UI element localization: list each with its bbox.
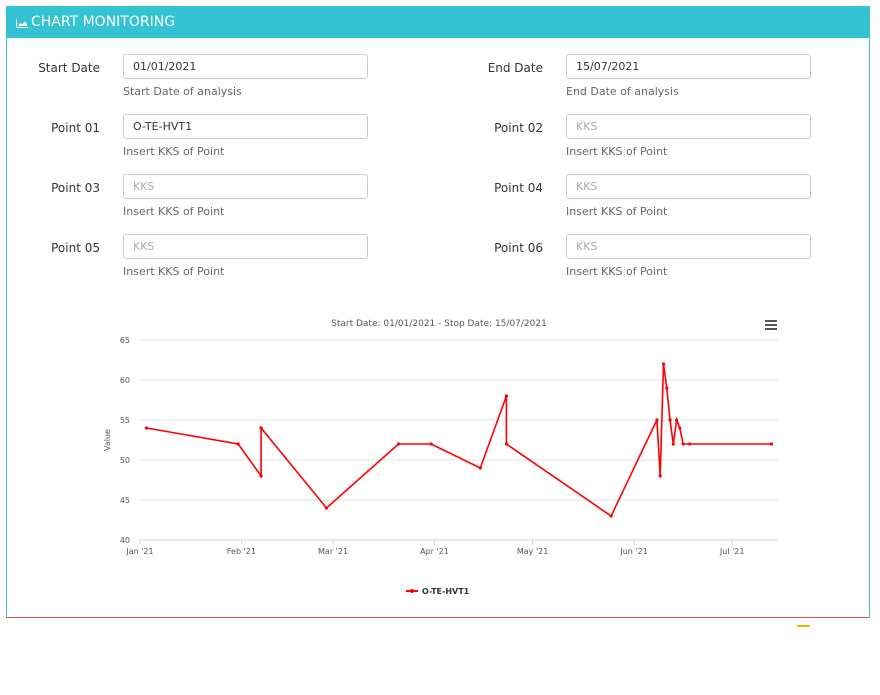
data-point (769, 442, 774, 446)
data-point (259, 474, 263, 478)
y-tick-label: 65 (120, 336, 130, 345)
start-date-input[interactable] (123, 54, 368, 79)
end-date-label: End Date (487, 61, 543, 75)
data-point (658, 474, 662, 478)
y-tick-label: 40 (120, 536, 130, 545)
data-point (674, 418, 679, 422)
point-02-label: Point 02 (494, 121, 543, 135)
point-05-label: Point 05 (51, 241, 100, 255)
point-04-label: Point 04 (494, 181, 543, 195)
x-tick-label: Jul '21 (719, 547, 745, 556)
end-date-help: End Date of analysis (566, 85, 679, 98)
data-point (396, 442, 401, 446)
y-tick-label: 55 (120, 416, 130, 425)
point-06-help: Insert KKS of Point (566, 265, 668, 278)
point-03-help: Insert KKS of Point (123, 205, 225, 218)
data-point (504, 442, 509, 446)
point-02-input[interactable] (566, 114, 811, 139)
legend-marker (410, 589, 414, 593)
data-point (671, 442, 675, 446)
point-01-input[interactable] (123, 114, 368, 139)
x-tick-label: Apr '21 (420, 547, 449, 556)
panel-header: CHART MONITORING (7, 7, 869, 38)
y-tick-label: 45 (120, 496, 130, 505)
data-point (236, 442, 240, 446)
legend-label: O-TE-HVT1 (422, 587, 470, 596)
point-01-help: Insert KKS of Point (123, 145, 225, 158)
panel-bottom-border (6, 617, 869, 618)
data-point (688, 442, 692, 446)
x-tick-label: Feb '21 (227, 547, 256, 556)
data-point (504, 394, 509, 398)
point-04-input[interactable] (566, 174, 811, 199)
point-05-help: Insert KKS of Point (123, 265, 225, 278)
point-05-input[interactable] (123, 234, 368, 259)
y-tick-label: 50 (120, 456, 130, 465)
data-point (665, 386, 669, 390)
point-03-input[interactable] (123, 174, 368, 199)
data-point (259, 426, 263, 430)
data-point (429, 442, 433, 446)
data-point (661, 362, 666, 366)
x-tick-label: Mar '21 (318, 547, 348, 556)
chart-menu-icon[interactable] (765, 320, 777, 330)
point-04-help: Insert KKS of Point (566, 205, 668, 218)
start-date-help: Start Date of analysis (123, 85, 242, 98)
y-tick-label: 60 (120, 376, 130, 385)
data-point (478, 466, 482, 470)
area-chart-icon (16, 19, 28, 28)
panel-title: CHART MONITORING (31, 14, 176, 30)
data-point (655, 418, 659, 422)
point-01-label: Point 01 (51, 121, 100, 135)
y-axis-label: Value (103, 429, 112, 451)
data-point (609, 514, 613, 518)
point-03-label: Point 03 (51, 181, 100, 195)
end-date-input[interactable] (566, 54, 811, 79)
corner-marker (797, 625, 810, 627)
data-point (678, 426, 682, 430)
x-tick-label: May '21 (517, 547, 548, 556)
chart-title: Start Date: 01/01/2021 - Stop Date: 15/0… (331, 319, 547, 329)
point-02-help: Insert KKS of Point (566, 145, 668, 158)
line-chart: Start Date: 01/01/2021 - Stop Date: 15/0… (103, 319, 778, 596)
series-line (146, 363, 772, 518)
data-point (324, 506, 329, 510)
data-point (668, 418, 672, 422)
start-date-label: Start Date (38, 61, 100, 75)
x-tick-label: Jan '21 (125, 547, 153, 556)
x-tick-label: Jun '21 (619, 547, 647, 556)
data-point (681, 442, 685, 446)
data-point (144, 426, 149, 430)
point-06-label: Point 06 (494, 241, 543, 255)
point-06-input[interactable] (566, 234, 811, 259)
